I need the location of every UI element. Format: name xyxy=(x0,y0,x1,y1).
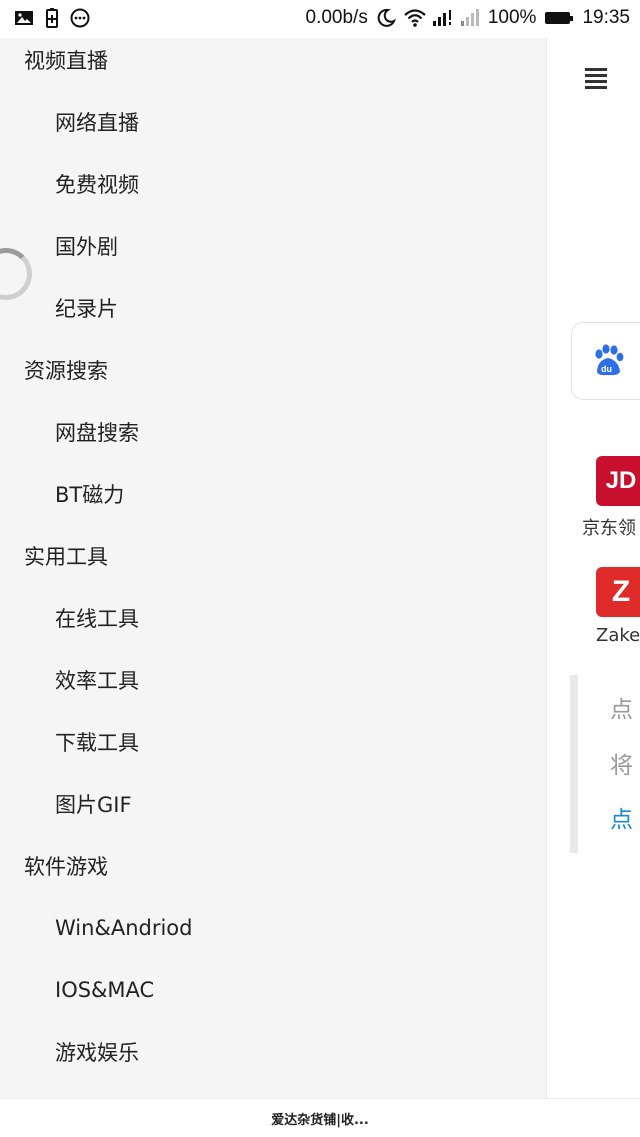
menu-item-win-android[interactable]: Win&Andriod xyxy=(0,897,546,959)
menu-item-label: Win&Andriod xyxy=(55,916,193,940)
menu-item-label: 纪录片 xyxy=(55,297,118,321)
note-line-1: 点 xyxy=(610,697,633,723)
menu-item-documentary[interactable]: 纪录片 xyxy=(0,277,546,339)
jd-app-label[interactable]: 京东领 xyxy=(582,514,636,540)
note-link[interactable]: 点 xyxy=(610,800,633,834)
battery-percent: 100% xyxy=(487,7,537,28)
menu-item-bt-magnet[interactable]: BT磁力 xyxy=(0,463,546,525)
menu-item-label: 资源搜索 xyxy=(24,359,108,383)
clock: 19:35 xyxy=(582,7,630,28)
menu-item-image-gif[interactable]: 图片GIF xyxy=(0,773,546,835)
signal-weak-icon xyxy=(460,8,480,28)
menu-item-label: 图片GIF xyxy=(55,793,132,817)
bottom-title-bar: 爱达杂货铺|收... xyxy=(0,1098,640,1137)
zaker-app-icon[interactable]: Z xyxy=(596,567,640,617)
network-speed: 0.00b/s xyxy=(305,7,368,28)
menu-item-label: 网盘搜索 xyxy=(55,421,139,445)
moon-icon xyxy=(376,8,396,28)
menu-item-download-tools[interactable]: 下载工具 xyxy=(0,711,546,773)
menu-item-label: 效率工具 xyxy=(55,669,139,693)
menu-item-free-video[interactable]: 免费视频 xyxy=(0,153,546,215)
menu-item-online-tools[interactable]: 在线工具 xyxy=(0,587,546,649)
menu-item-ios-mac[interactable]: IOS&MAC xyxy=(0,959,546,1021)
menu-item-label: 游戏娱乐 xyxy=(55,1041,139,1065)
menu-item-game-entertainment[interactable]: 游戏娱乐 xyxy=(0,1021,546,1083)
navigation-drawer: 视频直播 网络直播 免费视频 国外剧 纪录片 资源搜索 网盘搜索 BT磁力 实用… xyxy=(0,38,547,1098)
menu-item-video-live[interactable]: 视频直播 xyxy=(0,38,546,91)
jd-icon-text: JD xyxy=(605,467,637,494)
menu-item-label: 下载工具 xyxy=(55,731,139,755)
menu-item-resource-search[interactable]: 资源搜索 xyxy=(0,339,546,401)
signal-icon xyxy=(432,8,452,28)
wifi-icon xyxy=(404,8,426,28)
image-icon xyxy=(14,8,34,28)
battery-icon xyxy=(544,8,574,28)
zaker-icon-text: Z xyxy=(611,575,631,608)
menu-item-label: 软件游戏 xyxy=(24,855,108,879)
main-content: du JD 京东领 Z Zaker 点 将 点 xyxy=(548,38,640,1098)
menu-item-label: 免费视频 xyxy=(55,173,139,197)
status-right: 0.00b/s 100% 19:35 xyxy=(306,7,630,29)
search-box[interactable]: du xyxy=(571,322,640,400)
menu-item-label: 网络直播 xyxy=(55,111,139,135)
menu-item-network-live[interactable]: 网络直播 xyxy=(0,91,546,153)
note-quote-bar xyxy=(570,675,578,853)
menu-item-label: 在线工具 xyxy=(55,607,139,631)
menu-item-label: 国外剧 xyxy=(55,235,118,259)
menu-item-label: 实用工具 xyxy=(24,545,108,569)
zaker-app-label[interactable]: Zaker xyxy=(596,625,640,646)
menu-item-label: BT磁力 xyxy=(55,483,125,507)
status-bar: 0.00b/s 100% 19:35 xyxy=(0,0,640,38)
menu-item-practical-tools[interactable]: 实用工具 xyxy=(0,525,546,587)
svg-text:du: du xyxy=(601,364,612,374)
hamburger-menu-icon[interactable] xyxy=(585,68,607,89)
menu-item-foreign-drama[interactable]: 国外剧 xyxy=(0,215,546,277)
battery-plus-icon xyxy=(42,8,62,28)
menu-item-efficiency-tools[interactable]: 效率工具 xyxy=(0,649,546,711)
menu-item-software-games[interactable]: 软件游戏 xyxy=(0,835,546,897)
jd-app-icon[interactable]: JD xyxy=(596,456,640,506)
baidu-paw-icon: du xyxy=(595,344,624,376)
menu-item-label: 视频直播 xyxy=(24,49,108,73)
more-dots-icon xyxy=(70,8,90,28)
page-title: 爱达杂货铺|收... xyxy=(271,1112,369,1128)
menu-item-cloud-search[interactable]: 网盘搜索 xyxy=(0,401,546,463)
note-line-2: 将 xyxy=(610,753,633,779)
menu-item-label: IOS&MAC xyxy=(55,978,155,1002)
status-left-icons xyxy=(14,8,90,28)
